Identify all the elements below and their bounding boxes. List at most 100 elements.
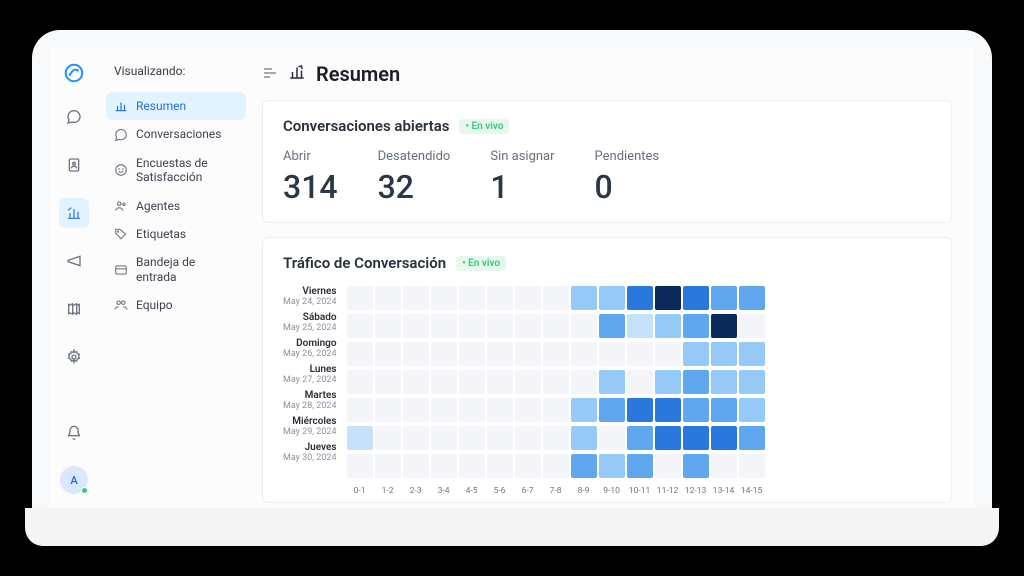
heatmap-cell[interactable] — [515, 398, 541, 422]
heatmap-cell[interactable] — [655, 398, 681, 422]
heatmap-cell[interactable] — [711, 314, 737, 338]
heatmap-cell[interactable] — [599, 286, 625, 310]
heatmap-cell[interactable] — [347, 286, 373, 310]
heatmap-cell[interactable] — [515, 370, 541, 394]
sidebar-item-0[interactable]: Resumen — [106, 92, 246, 120]
heatmap-cell[interactable] — [515, 426, 541, 450]
heatmap-cell[interactable] — [627, 454, 653, 478]
heatmap-cell[interactable] — [431, 398, 457, 422]
heatmap-cell[interactable] — [683, 342, 709, 366]
heatmap-cell[interactable] — [683, 286, 709, 310]
heatmap-cell[interactable] — [515, 342, 541, 366]
heatmap-cell[interactable] — [571, 286, 597, 310]
heatmap-cell[interactable] — [431, 454, 457, 478]
heatmap-cell[interactable] — [655, 454, 681, 478]
heatmap-cell[interactable] — [375, 454, 401, 478]
heatmap-cell[interactable] — [711, 426, 737, 450]
heatmap-cell[interactable] — [375, 398, 401, 422]
heatmap-cell[interactable] — [655, 314, 681, 338]
nav-chat-icon[interactable] — [59, 102, 89, 132]
heatmap-cell[interactable] — [655, 286, 681, 310]
sidebar-item-5[interactable]: Bandeja de entrada — [106, 248, 246, 291]
heatmap-cell[interactable] — [347, 454, 373, 478]
heatmap-cell[interactable] — [627, 426, 653, 450]
heatmap-cell[interactable] — [543, 342, 569, 366]
heatmap-cell[interactable] — [711, 398, 737, 422]
sidebar-item-1[interactable]: Conversaciones — [106, 120, 246, 148]
heatmap-cell[interactable] — [655, 342, 681, 366]
heatmap-cell[interactable] — [683, 398, 709, 422]
heatmap-cell[interactable] — [739, 454, 765, 478]
heatmap-cell[interactable] — [683, 314, 709, 338]
heatmap-cell[interactable] — [403, 342, 429, 366]
heatmap-cell[interactable] — [571, 370, 597, 394]
heatmap-cell[interactable] — [403, 454, 429, 478]
sidebar-item-4[interactable]: Etiquetas — [106, 220, 246, 248]
heatmap-cell[interactable] — [543, 398, 569, 422]
heatmap-cell[interactable] — [711, 286, 737, 310]
heatmap-cell[interactable] — [459, 370, 485, 394]
heatmap-cell[interactable] — [347, 370, 373, 394]
heatmap-cell[interactable] — [459, 398, 485, 422]
heatmap-cell[interactable] — [739, 342, 765, 366]
heatmap-cell[interactable] — [347, 314, 373, 338]
heatmap-cell[interactable] — [431, 426, 457, 450]
heatmap-cell[interactable] — [571, 454, 597, 478]
user-avatar[interactable]: A — [60, 466, 88, 494]
heatmap-cell[interactable] — [739, 398, 765, 422]
heatmap-cell[interactable] — [403, 370, 429, 394]
sidebar-item-3[interactable]: Agentes — [106, 192, 246, 220]
heatmap-cell[interactable] — [599, 342, 625, 366]
heatmap-cell[interactable] — [515, 314, 541, 338]
heatmap-cell[interactable] — [739, 314, 765, 338]
heatmap-cell[interactable] — [487, 286, 513, 310]
heatmap-cell[interactable] — [655, 426, 681, 450]
heatmap-cell[interactable] — [487, 426, 513, 450]
heatmap-cell[interactable] — [347, 426, 373, 450]
heatmap-cell[interactable] — [599, 426, 625, 450]
nav-settings-icon[interactable] — [59, 342, 89, 372]
nav-help-icon[interactable] — [59, 294, 89, 324]
heatmap-cell[interactable] — [599, 370, 625, 394]
heatmap-cell[interactable] — [375, 286, 401, 310]
heatmap-cell[interactable] — [459, 342, 485, 366]
heatmap-cell[interactable] — [459, 286, 485, 310]
heatmap-cell[interactable] — [543, 370, 569, 394]
nav-notifications-icon[interactable] — [59, 418, 89, 448]
heatmap-cell[interactable] — [627, 370, 653, 394]
sidebar-toggle-icon[interactable] — [262, 62, 278, 86]
heatmap-cell[interactable] — [571, 314, 597, 338]
heatmap-cell[interactable] — [599, 398, 625, 422]
heatmap-cell[interactable] — [515, 454, 541, 478]
heatmap-cell[interactable] — [683, 426, 709, 450]
heatmap-cell[interactable] — [627, 286, 653, 310]
nav-contacts-icon[interactable] — [59, 150, 89, 180]
heatmap-cell[interactable] — [571, 398, 597, 422]
heatmap-cell[interactable] — [739, 426, 765, 450]
heatmap-cell[interactable] — [347, 342, 373, 366]
nav-campaigns-icon[interactable] — [59, 246, 89, 276]
heatmap-cell[interactable] — [711, 454, 737, 478]
heatmap-cell[interactable] — [375, 314, 401, 338]
heatmap-cell[interactable] — [711, 370, 737, 394]
heatmap-cell[interactable] — [375, 370, 401, 394]
heatmap-cell[interactable] — [683, 454, 709, 478]
heatmap-cell[interactable] — [571, 342, 597, 366]
heatmap-cell[interactable] — [599, 314, 625, 338]
heatmap-cell[interactable] — [571, 426, 597, 450]
heatmap-cell[interactable] — [543, 314, 569, 338]
heatmap-cell[interactable] — [515, 286, 541, 310]
heatmap-cell[interactable] — [683, 370, 709, 394]
heatmap-cell[interactable] — [459, 314, 485, 338]
heatmap-cell[interactable] — [599, 454, 625, 478]
heatmap-cell[interactable] — [543, 454, 569, 478]
heatmap-cell[interactable] — [627, 314, 653, 338]
heatmap-cell[interactable] — [487, 398, 513, 422]
heatmap-cell[interactable] — [739, 286, 765, 310]
sidebar-item-2[interactable]: Encuestas de Satisfacción — [106, 149, 246, 192]
heatmap-cell[interactable] — [459, 426, 485, 450]
sidebar-item-6[interactable]: Equipo — [106, 291, 246, 319]
heatmap-cell[interactable] — [711, 342, 737, 366]
heatmap-cell[interactable] — [543, 286, 569, 310]
heatmap-cell[interactable] — [431, 314, 457, 338]
